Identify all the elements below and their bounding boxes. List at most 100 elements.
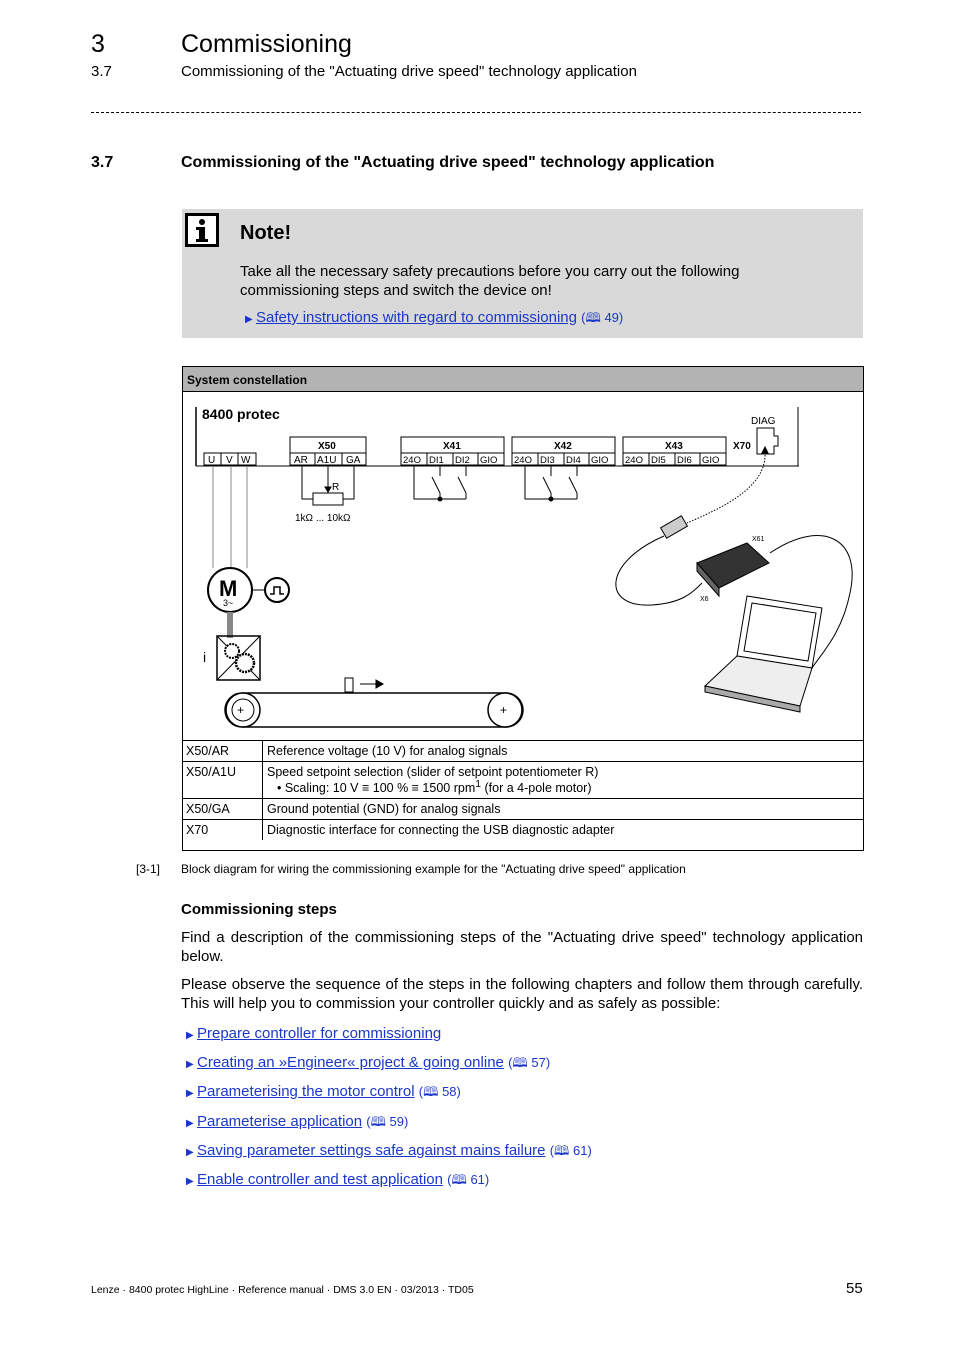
figure-header: System constellation: [182, 366, 864, 392]
pin-label: 24O: [403, 455, 421, 466]
page-ref-number: 58: [442, 1084, 457, 1100]
legend-table: X50/AR Reference voltage (10 V) for analo…: [182, 740, 864, 841]
arrow-right-icon: ▶: [186, 1059, 194, 1071]
svg-text:+: +: [500, 703, 507, 717]
pin-label: 24O: [514, 455, 532, 466]
table-row: X50/GA Ground potential (GND) for analog …: [182, 798, 864, 820]
pin-w: W: [241, 455, 251, 466]
pin-v: V: [226, 455, 233, 466]
pin-u: U: [208, 455, 215, 466]
step-item: ▶ Parameterise application (🕮 59): [186, 1108, 592, 1137]
chapter-title: Commissioning: [181, 30, 352, 58]
x42-label: X42: [554, 441, 572, 452]
section-title: Commissioning of the "Actuating drive sp…: [181, 63, 637, 80]
step-item: ▶ Creating an »Engineer« project & going …: [186, 1049, 592, 1078]
note-title: Note!: [240, 222, 292, 244]
legend-desc: Ground potential (GND) for analog signal…: [262, 798, 864, 820]
step-item: ▶ Enable controller and test application …: [186, 1166, 592, 1195]
step-link[interactable]: Enable controller and test application: [197, 1171, 443, 1188]
page-ref-number: 61: [470, 1172, 485, 1188]
page-ref-number: 61: [572, 1142, 588, 1158]
pin-label: DI5: [651, 455, 666, 466]
x43-label: X43: [665, 441, 683, 452]
note-body: Take all the necessary safety precaution…: [240, 263, 740, 299]
arrow-right-icon: ▶: [186, 1088, 194, 1100]
note-text: Take all the necessary safety precaution…: [240, 262, 840, 329]
pin-label: DI3: [540, 455, 555, 466]
arrow-right-icon: ▶: [186, 1146, 194, 1158]
pin-label: GIO: [591, 455, 608, 466]
arrow-right-icon: ▶: [245, 314, 253, 325]
step-link[interactable]: Saving parameter settings safe against m…: [197, 1142, 546, 1159]
safety-link[interactable]: Safety instructions with regard to commi…: [256, 309, 577, 326]
pin-label: DI4: [566, 455, 581, 466]
motor-phase: 3~: [223, 598, 233, 608]
steps-title: Commissioning steps: [181, 901, 337, 918]
step-item: ▶ Prepare controller for commissioning: [186, 1020, 592, 1049]
legend-desc: Diagnostic interface for connecting the …: [262, 819, 864, 841]
pin-label: DI1: [429, 455, 444, 466]
page-ref-number: 59: [389, 1113, 405, 1129]
page-ref: (🕮 57): [508, 1055, 551, 1071]
pin-label: DI6: [677, 455, 692, 466]
legend-desc-cell: Speed setpoint selection (slider of setp…: [262, 760, 864, 799]
page-ref: (🕮 61): [447, 1172, 490, 1188]
table-row: X50/AR Reference voltage (10 V) for analo…: [182, 740, 864, 762]
x6-label: X6: [700, 596, 709, 603]
resistor-label: R: [332, 482, 339, 493]
page-ref: (🕮 49): [581, 310, 624, 325]
step-link[interactable]: Prepare controller for commissioning: [197, 1025, 441, 1042]
step-item: ▶ Parameterising the motor control (🕮 58): [186, 1078, 592, 1107]
pin-label: GIO: [702, 455, 719, 466]
heading-title: Commissioning of the "Actuating drive sp…: [181, 154, 715, 171]
figure-title: System constellation: [187, 373, 308, 387]
section-number: 3.7: [91, 63, 112, 80]
steps-list: ▶ Prepare controller for commissioning ▶ Cr…: [186, 1020, 592, 1195]
resistor-range: 1kΩ ... 10kΩ: [295, 513, 351, 524]
pin-ga: GA: [346, 455, 361, 466]
footer-text: Lenze · 8400 protec HighLine · Reference…: [91, 1284, 474, 1296]
legend-desc: Speed setpoint selection (slider of setp…: [267, 765, 599, 779]
step-item: ▶ Saving parameter settings safe against …: [186, 1137, 592, 1166]
heading-number: 3.7: [91, 154, 114, 171]
caption-number: [3-1]: [136, 862, 161, 876]
x50-label: X50: [318, 441, 336, 452]
x61-label: X61: [752, 536, 765, 543]
pin-label: 24O: [625, 455, 643, 466]
step-link[interactable]: Parameterise application: [197, 1113, 362, 1130]
table-row: X70 Diagnostic interface for connecting t…: [182, 819, 864, 841]
legend-term: X70: [182, 819, 263, 841]
device-label: 8400 protec: [202, 406, 280, 422]
legend-term: X50/AR: [182, 740, 263, 762]
steps-note: Please observe the sequence of the steps…: [181, 976, 863, 1012]
pin-ar: AR: [294, 455, 308, 466]
figure-caption: Block diagram for wiring the commissioni…: [181, 862, 686, 876]
pin-label: DI2: [455, 455, 470, 466]
page-ref: (🕮 59): [366, 1113, 409, 1129]
legend-bullet-end: (for a 4-pole motor): [481, 781, 592, 796]
page-ref: (🕮 58): [418, 1084, 461, 1100]
diag-label: DIAG: [751, 416, 776, 427]
pin-a1u: A1U: [317, 455, 336, 466]
legend-term: X50/GA: [182, 798, 263, 820]
arrow-right-icon: ▶: [186, 1117, 194, 1129]
arrow-right-icon: ▶: [186, 1176, 194, 1188]
svg-text:+: +: [237, 703, 244, 717]
page-number: 55: [846, 1280, 863, 1297]
table-row: X50/A1U Speed setpoint selection (slider …: [182, 760, 864, 799]
legend-desc: Reference voltage (10 V) for analog sign…: [262, 740, 864, 762]
step-link[interactable]: Parameterising the motor control: [197, 1083, 415, 1100]
steps-intro: Find a description of the commissioning …: [181, 929, 863, 965]
x41-label: X41: [443, 441, 461, 452]
divider: [91, 112, 861, 113]
legend-bullet: • Scaling: 10 V ≡ 100 % ≡ 1500 rpm: [277, 781, 476, 796]
step-link[interactable]: Creating an »Engineer« project & going o…: [197, 1054, 504, 1071]
arrow-right-icon: ▶: [186, 1030, 194, 1041]
gear-ratio-label: i: [203, 649, 206, 665]
info-icon: [185, 213, 219, 247]
legend-term: X50/A1U: [182, 760, 263, 799]
wiring-diagram: 8400 protec U V W X50 AR A1U GA R 1kΩ ..…: [195, 406, 853, 728]
page-ref-number: 49: [604, 310, 619, 325]
page-ref: (🕮 61): [549, 1142, 592, 1158]
page-ref-number: 57: [531, 1055, 546, 1071]
